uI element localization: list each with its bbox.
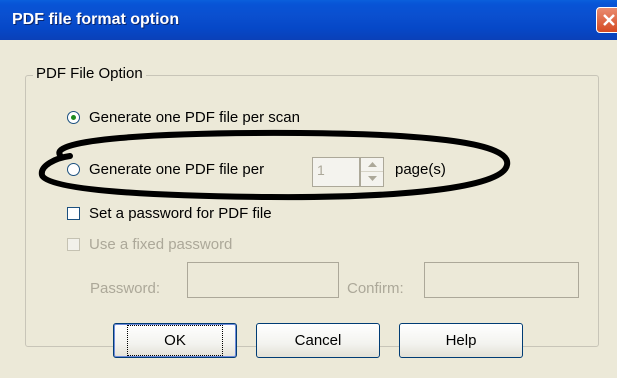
per-scan-radio[interactable]	[67, 111, 80, 124]
close-icon	[603, 14, 615, 26]
ok-label: OK	[127, 325, 223, 356]
ok-button[interactable]: OK	[113, 323, 237, 358]
window-title: PDF file format option	[12, 11, 180, 28]
fixed-password-option[interactable]: Use a fixed password	[67, 236, 232, 253]
confirm-input[interactable]	[424, 262, 579, 298]
set-password-label: Set a password for PDF file	[89, 205, 272, 222]
per-scan-label: Generate one PDF file per scan	[89, 109, 300, 126]
title-bar: PDF file format option	[0, 0, 617, 40]
pages-count-spinner[interactable]	[360, 157, 384, 187]
spin-down-button[interactable]	[361, 172, 383, 186]
spin-up-button[interactable]	[361, 158, 383, 172]
pages-count-input[interactable]: 1	[312, 157, 360, 187]
pages-suffix: page(s)	[395, 161, 446, 178]
spin-up-icon	[368, 162, 377, 167]
group-legend: PDF File Option	[33, 65, 146, 82]
spin-down-icon	[368, 176, 377, 181]
per-scan-option[interactable]: Generate one PDF file per scan	[67, 109, 300, 126]
dialog-body: PDF File Option Generate one PDF file pe…	[0, 40, 617, 378]
cancel-label: Cancel	[294, 332, 342, 349]
fixed-password-checkbox[interactable]	[67, 238, 80, 251]
per-pages-radio[interactable]	[67, 163, 80, 176]
password-label: Password:	[90, 280, 161, 297]
set-password-option[interactable]: Set a password for PDF file	[67, 205, 272, 222]
per-pages-label: Generate one PDF file per	[89, 161, 265, 178]
set-password-checkbox[interactable]	[67, 207, 80, 220]
confirm-label: Confirm:	[347, 280, 404, 297]
cancel-button[interactable]: Cancel	[256, 323, 380, 358]
help-button[interactable]: Help	[399, 323, 523, 358]
close-button[interactable]	[596, 7, 617, 33]
per-pages-option[interactable]: Generate one PDF file per	[67, 161, 264, 178]
help-label: Help	[445, 332, 477, 349]
fixed-password-label: Use a fixed password	[89, 236, 233, 253]
password-input[interactable]	[187, 262, 339, 298]
